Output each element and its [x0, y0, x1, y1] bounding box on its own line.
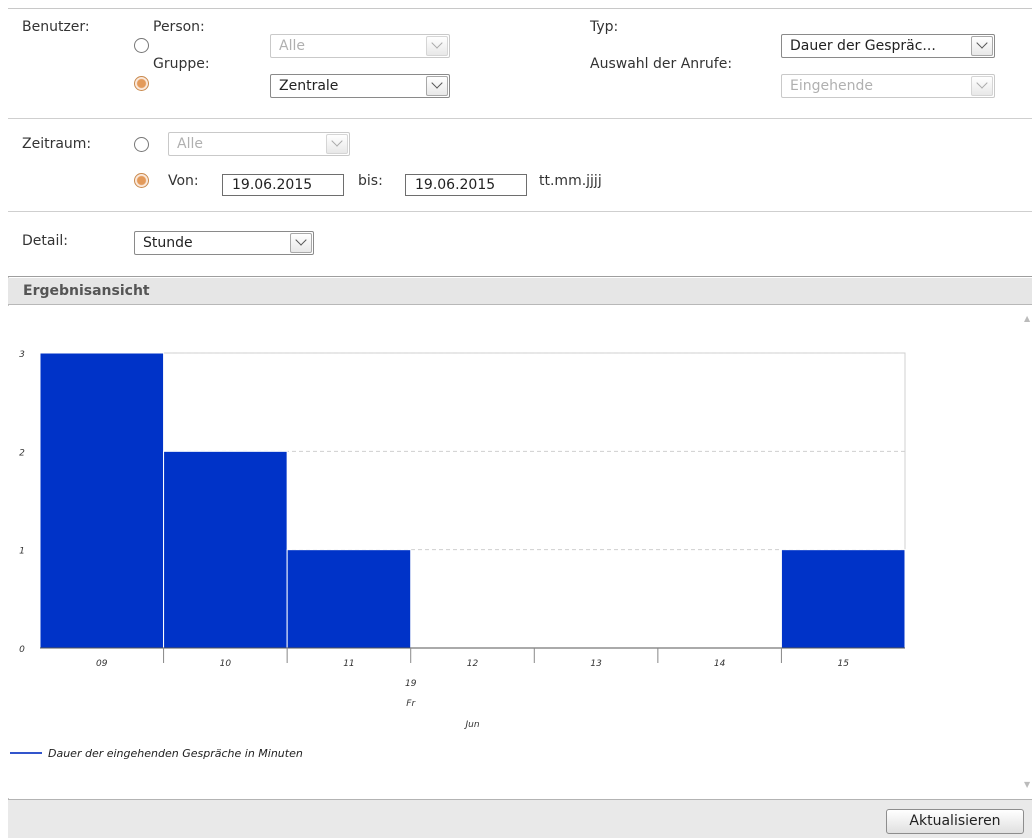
scroll-down-icon[interactable]: ▼	[1024, 780, 1032, 789]
gruppe-select[interactable]: Zentrale	[270, 74, 450, 98]
x-tick-label: 09	[96, 659, 108, 669]
zeitraum-alle-radio[interactable]	[134, 137, 149, 152]
detail-select-value: Stunde	[143, 235, 193, 251]
user-filter-section: Benutzer: Person: Alle Gruppe: Zentrale …	[8, 9, 1032, 119]
results-title: Ergebnisansicht	[23, 283, 150, 299]
bis-date-input[interactable]: 19.06.2015	[405, 174, 527, 196]
chevron-down-icon	[971, 36, 993, 56]
bar-11	[286, 549, 412, 649]
x-tick-label: 10	[220, 659, 232, 669]
bar-09	[39, 352, 165, 649]
von-label: Von:	[168, 173, 199, 189]
bar-10	[163, 450, 288, 649]
person-radio[interactable]	[134, 38, 149, 53]
chevron-down-icon	[290, 233, 312, 253]
legend-label: Dauer der eingehenden Gespräche in Minut…	[48, 747, 303, 760]
y-tick-label: 2	[19, 448, 25, 458]
x-tick-label: 14	[714, 659, 726, 669]
von-date-input[interactable]: 19.06.2015	[222, 174, 344, 196]
typ-label: Typ:	[590, 19, 619, 35]
benutzer-label: Benutzer:	[22, 19, 90, 35]
bar-chart: 012309 10 11 12 13 14 1519FrJunDauer der einge…	[10, 350, 906, 760]
person-select[interactable]: Alle	[270, 34, 450, 58]
chevron-down-icon	[426, 36, 448, 56]
gruppe-select-value: Zentrale	[279, 78, 339, 94]
x-tick-label: 13	[590, 659, 602, 669]
zeitraum-alle-select[interactable]: Alle	[168, 132, 350, 156]
y-tick-label: 0	[19, 645, 25, 655]
chart-panel: 0 1 2 3 09 10 11 12 13 14 15 19 Fr Jun Dauer der einge…	[8, 306, 1032, 798]
zeitraum-section: Zeitraum: Alle Von: 19.06.2015 bis: 19.0…	[8, 119, 1032, 212]
date-format-hint: tt.mm.jjjj	[539, 173, 602, 189]
chevron-down-icon	[426, 76, 448, 96]
bis-label: bis:	[358, 173, 383, 189]
gruppe-radio[interactable]	[134, 76, 149, 91]
y-tick-label: 3	[19, 350, 25, 360]
anrufe-label: Auswahl der Anrufe:	[590, 56, 733, 72]
anrufe-select[interactable]: Eingehende	[781, 74, 995, 98]
person-select-value: Alle	[279, 38, 305, 54]
zeitraum-von-radio[interactable]	[134, 173, 149, 188]
chevron-down-icon	[326, 134, 348, 154]
bar-15	[780, 549, 906, 649]
x-tick-label: 11	[343, 659, 354, 669]
person-label: Person:	[153, 19, 205, 35]
refresh-button[interactable]: Aktualisieren	[886, 809, 1024, 834]
date-weekday-label: Fr	[406, 699, 416, 709]
detail-label: Detail:	[22, 233, 68, 249]
anrufe-select-value: Eingehende	[790, 78, 873, 94]
zeitraum-alle-value: Alle	[177, 136, 203, 152]
chevron-down-icon	[971, 76, 993, 96]
x-tick-label: 12	[467, 659, 479, 669]
scroll-up-icon[interactable]: ▲	[1024, 314, 1032, 323]
gruppe-label: Gruppe:	[153, 56, 210, 72]
detail-select[interactable]: Stunde	[134, 231, 314, 255]
date-day-label: 19	[405, 679, 417, 689]
zeitraum-label: Zeitraum:	[22, 136, 92, 152]
typ-select[interactable]: Dauer der Gespräc...	[781, 34, 995, 58]
date-month-label: Jun	[463, 720, 479, 730]
x-tick-label: 15	[837, 659, 849, 669]
results-header: Ergebnisansicht	[8, 278, 1032, 305]
footer-bar: Aktualisieren	[8, 799, 1032, 838]
detail-section: Detail: Stunde	[8, 212, 1032, 277]
y-tick-label: 1	[19, 547, 25, 557]
typ-select-value: Dauer der Gespräc...	[790, 38, 936, 54]
